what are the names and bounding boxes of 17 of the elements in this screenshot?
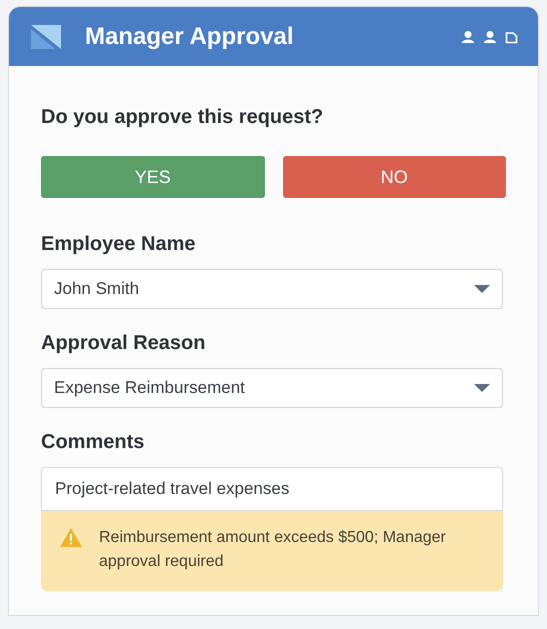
warning-text: Reimbursement amount exceeds $500; Manager approval required <box>99 528 447 572</box>
logo-icon <box>29 22 63 50</box>
dropdown[interactable]: Expense Reimbursement <box>41 368 503 408</box>
warning-icon <box>59 527 83 548</box>
question-text: Do you approve this request? <box>41 105 324 130</box>
dropdown[interactable]: John Smith <box>41 269 503 309</box>
caret-icon <box>474 384 490 392</box>
window-title: Manager Approval <box>85 22 294 52</box>
user-icon[interactable] <box>483 30 497 44</box>
reject-button[interactable]: NO <box>282 156 506 198</box>
comment-field[interactable]: Project-related travel expenses <box>41 467 503 511</box>
window-icon[interactable] <box>505 30 518 44</box>
field-label: Approval Reason <box>41 331 206 355</box>
field-label: Comments <box>41 430 146 454</box>
field-label: Employee Name <box>41 232 197 256</box>
user-icon[interactable] <box>461 30 475 44</box>
caret-icon <box>474 285 490 293</box>
